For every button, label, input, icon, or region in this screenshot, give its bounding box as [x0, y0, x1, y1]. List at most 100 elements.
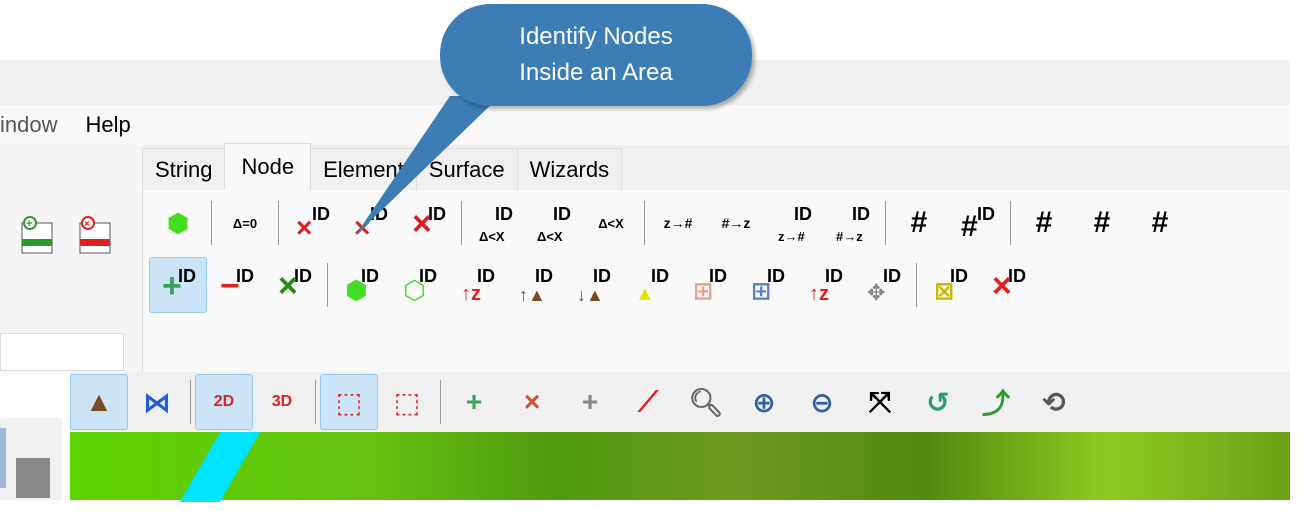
- label-to-z-button[interactable]: #→z: [707, 195, 765, 251]
- z-to-label-button[interactable]: z→#: [649, 195, 707, 251]
- delta-outside-icon: Δ<X: [537, 229, 563, 244]
- identify-above-surface-icon: ↑▲: [519, 285, 546, 305]
- delta-zero-icon: Δ=0: [232, 215, 258, 231]
- delta-outside-button[interactable]: ID Δ<X: [524, 195, 582, 251]
- box-solid-button[interactable]: ⬚: [320, 374, 378, 430]
- label-to-z-icon: #→z: [721, 215, 751, 231]
- delta-less-x-button[interactable]: Δ<X: [582, 195, 640, 251]
- copy-id-z-to-label-button[interactable]: ID z→#: [765, 195, 823, 251]
- box-wire-icon: ⬚: [393, 386, 421, 418]
- zoom-in-icon: ⊕: [752, 386, 776, 418]
- svg-text:+: +: [26, 218, 32, 230]
- add-point-button[interactable]: +: [445, 374, 503, 430]
- id-element-delete-icon: ⊠: [934, 278, 955, 305]
- label-delete-grid-button[interactable]: ID #: [948, 195, 1006, 251]
- terrain-button[interactable]: ▲: [70, 374, 128, 430]
- remove-id-button[interactable]: ID −: [207, 257, 265, 313]
- zoom-window-icon: 🔍︎: [688, 386, 724, 418]
- id-move-icon: ✥: [867, 280, 886, 305]
- identify-grid-red-button[interactable]: ID ⊞: [680, 257, 738, 313]
- tab-wizards[interactable]: Wizards: [516, 148, 623, 190]
- identify-grid-blue-icon: ⊞: [751, 278, 772, 305]
- side-swatch: [16, 458, 50, 498]
- id-label: ID: [794, 204, 812, 224]
- lake: [179, 432, 261, 502]
- label-delete-button[interactable]: #: [890, 195, 948, 251]
- zoom-extents-icon: ⤧: [868, 385, 892, 417]
- contour-icon: ⋈: [143, 386, 171, 418]
- identify-inside-area-button[interactable]: ID ⬢: [332, 257, 390, 313]
- identify-grid-blue-button[interactable]: ID ⊞: [738, 257, 796, 313]
- tab-node[interactable]: Node: [224, 143, 312, 190]
- view-toolbar: ▲ ⋈ 2D 3D ⬚ ⬚ + × + ⟋ 🔍︎ ⊕ ⊖ ⤧ ↺ ⤴ ⟲: [70, 372, 1290, 432]
- identify-below-surface-button[interactable]: ID ↓▲: [564, 257, 622, 313]
- delete-nodes-inside-icon: ×: [296, 212, 313, 243]
- svg-text:×: ×: [84, 219, 90, 230]
- rotate-button[interactable]: ⟲: [1025, 374, 1083, 430]
- identify-above-surface-button[interactable]: ID ↑▲: [506, 257, 564, 313]
- zoom-previous-button[interactable]: ↺: [909, 374, 967, 430]
- zoom-in-button[interactable]: ⊕: [735, 374, 793, 430]
- id-label: ID: [883, 266, 901, 286]
- id-label: ID: [312, 204, 330, 224]
- tab-string[interactable]: String: [142, 148, 226, 190]
- separator: [1010, 201, 1011, 245]
- identify-grid-red-icon: ⊞: [693, 278, 714, 305]
- id-delete-red-button[interactable]: ID ×: [979, 257, 1037, 313]
- menu-bar: indow Help: [0, 105, 1290, 145]
- insert-point-button[interactable]: +: [561, 374, 619, 430]
- zoom-out-button[interactable]: ⊖: [793, 374, 851, 430]
- id-label: ID: [535, 266, 553, 286]
- label-delete-grid-icon: #: [961, 210, 978, 243]
- id-label: ID: [852, 204, 870, 224]
- separator: [885, 201, 886, 245]
- id-element-delete-button[interactable]: ID ⊠: [921, 257, 979, 313]
- id-label: ID: [977, 204, 995, 224]
- identify-raise-z-button[interactable]: ID ↑z: [448, 257, 506, 313]
- zoom-extents-button[interactable]: ⤧: [851, 374, 909, 430]
- delete-point-button[interactable]: ×: [503, 374, 561, 430]
- draw-line-button[interactable]: ⟋: [619, 374, 677, 430]
- callout-bubble: Identify Nodes Inside an Area: [440, 4, 752, 106]
- polygon-add-button[interactable]: ⬢: [149, 195, 207, 251]
- node-ribbon: ⬢Δ=0ID×ID×ID×IDΔ<XIDΔ<XΔ<Xz→##→zIDz→#ID#…: [142, 190, 1290, 372]
- callout-tail: [355, 96, 500, 236]
- view-2d-icon: 2D: [213, 393, 235, 410]
- table-delete-icon[interactable]: ×: [78, 215, 114, 255]
- paste-id-label-to-z-button[interactable]: ID #→z: [823, 195, 881, 251]
- side-panel: [0, 418, 62, 500]
- label-settings-icon: #: [1151, 206, 1169, 239]
- add-id-button[interactable]: ID +: [149, 257, 207, 313]
- view-3d-button[interactable]: 3D: [253, 374, 311, 430]
- zoom-window-button[interactable]: 🔍︎: [677, 374, 735, 430]
- identify-triangle-points-button[interactable]: ID ▲: [622, 257, 680, 313]
- id-raise-z-button[interactable]: ID ↑z: [796, 257, 854, 313]
- id-raise-z-icon: ↑z: [809, 283, 829, 305]
- identify-outside-area-button[interactable]: ID ⬡: [390, 257, 448, 313]
- label-color-settings-button[interactable]: #: [1073, 195, 1131, 251]
- ribbon-row-1: ⬢Δ=0ID×ID×ID×IDΔ<XIDΔ<XΔ<Xz→##→zIDz→#ID#…: [149, 194, 1189, 252]
- id-delete-red-icon: ×: [992, 267, 1012, 305]
- identify-triangle-points-icon: ▲: [635, 283, 655, 305]
- menu-window[interactable]: indow: [0, 112, 57, 138]
- remove-id-icon: −: [220, 267, 240, 305]
- separator: [211, 201, 212, 245]
- menu-help[interactable]: Help: [85, 112, 130, 138]
- view-2d-button[interactable]: 2D: [195, 374, 253, 430]
- delete-nodes-inside-button[interactable]: ID ×: [283, 195, 341, 251]
- pan-view-icon: ⤴: [981, 388, 1010, 419]
- separator: [190, 380, 191, 424]
- contour-button[interactable]: ⋈: [128, 374, 186, 430]
- copy-id-z-to-label-icon: z→#: [778, 229, 805, 244]
- box-wire-button[interactable]: ⬚: [378, 374, 436, 430]
- pan-view-button[interactable]: ⤴: [967, 374, 1025, 430]
- label-color-button[interactable]: #: [1015, 195, 1073, 251]
- table-add-icon[interactable]: +: [20, 215, 56, 255]
- delete-id-green-button[interactable]: ID ×: [265, 257, 323, 313]
- id-move-button[interactable]: ID ✥: [854, 257, 912, 313]
- label-settings-button[interactable]: #: [1131, 195, 1189, 251]
- input-field[interactable]: [0, 333, 124, 371]
- terrain-map-view[interactable]: [70, 432, 1290, 502]
- separator: [315, 380, 316, 424]
- delta-zero-button[interactable]: Δ=0: [216, 195, 274, 251]
